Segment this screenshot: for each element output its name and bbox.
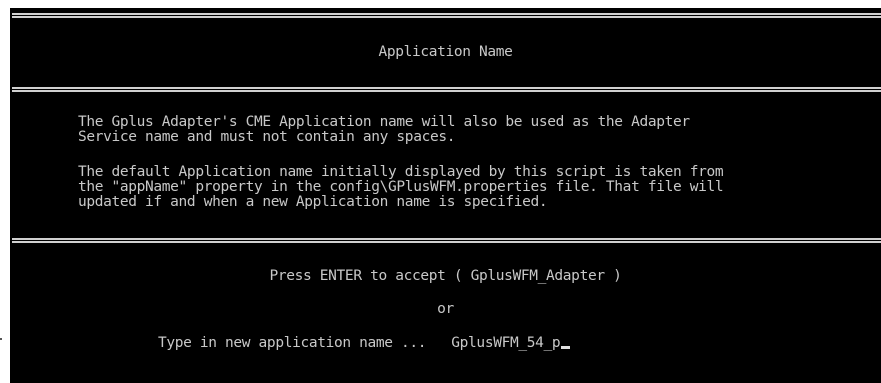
accept-instruction: Press ENTER to accept ( GplusWFM_Adapter… [269, 268, 622, 284]
console-window[interactable]: Application Name The Gplus Adapter's CME… [10, 8, 881, 383]
description-paragraph-2: The default Application name initially d… [78, 164, 724, 210]
top-divider [12, 13, 881, 18]
text-cursor [561, 346, 571, 349]
application-name-prompt[interactable]: Type in new application name ... GplusWF… [158, 335, 571, 351]
description-paragraph-1: The Gplus Adapter's CME Application name… [78, 114, 690, 145]
footer-divider [12, 238, 881, 243]
or-separator: or [437, 301, 454, 317]
header-divider [12, 87, 881, 92]
page-title: Application Name [378, 44, 513, 60]
prompt-label: Type in new application name ... [158, 335, 427, 351]
application-name-input[interactable]: GplusWFM_54_p [451, 335, 560, 351]
edge-artifact [0, 338, 2, 340]
